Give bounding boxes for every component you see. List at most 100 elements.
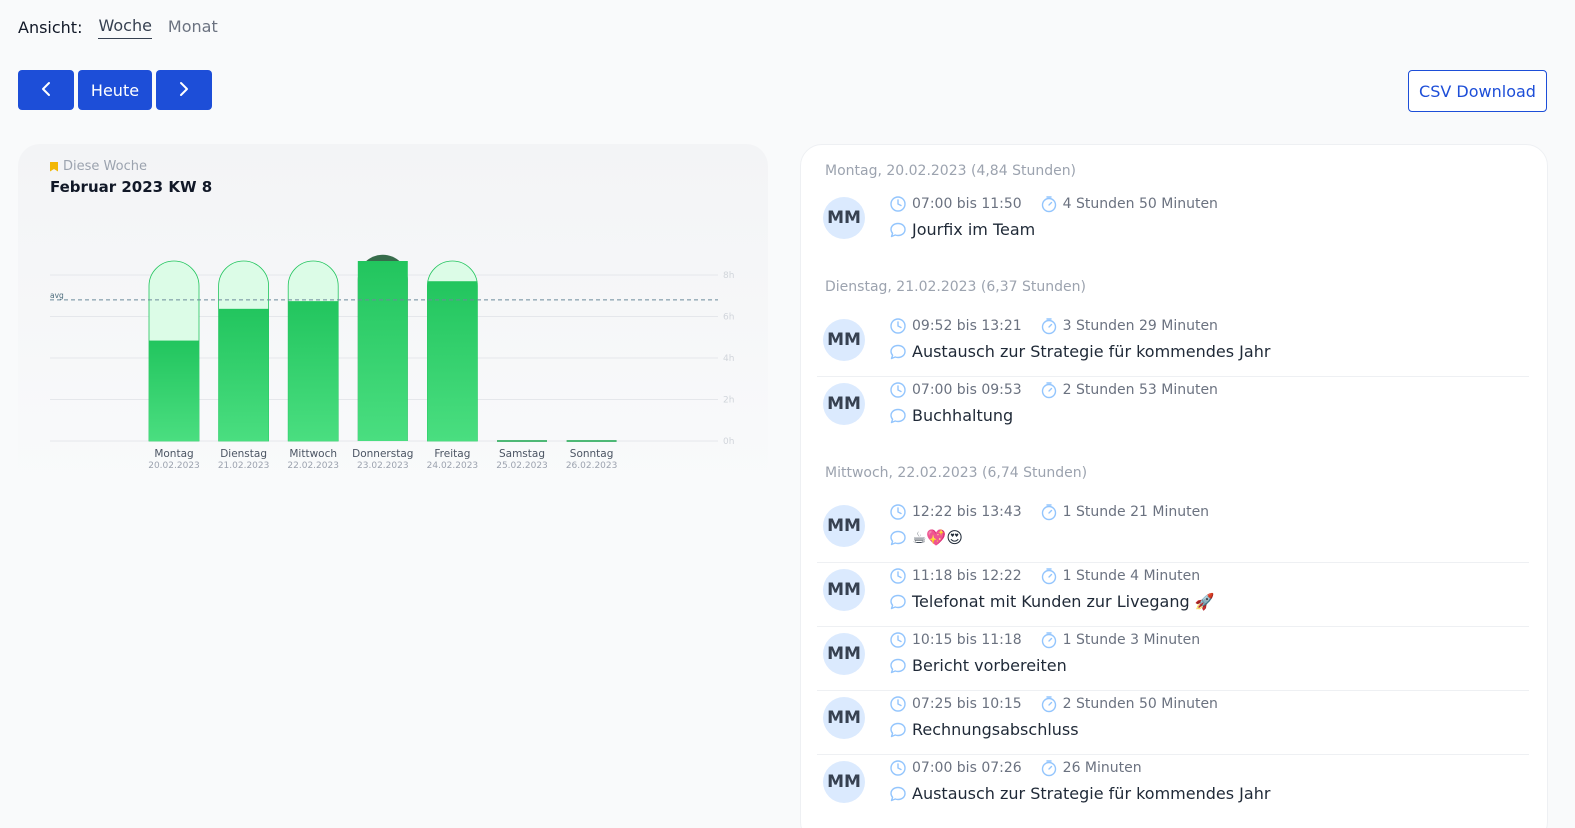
avatar: MM bbox=[823, 697, 865, 739]
x-tick-date: 22.02.2023 bbox=[287, 461, 339, 471]
entry-time-row: 07:25 bis 10:15 2 Stunden 50 Minuten bbox=[889, 695, 1218, 713]
time-entry[interactable]: MM 09:52 bis 13:21 3 Stunden 29 Minuten Aus… bbox=[817, 313, 1529, 377]
entry-time-row: 10:15 bis 11:18 1 Stunde 3 Minuten bbox=[889, 631, 1200, 649]
entry-description-row: Bericht vorbereiten bbox=[889, 656, 1067, 675]
view-label: Ansicht: bbox=[18, 18, 83, 37]
entry-description: ☕💖😍 bbox=[912, 528, 963, 547]
entry-time-row: 09:52 bis 13:21 3 Stunden 29 Minuten bbox=[889, 317, 1218, 335]
entry-duration: 1 Stunde 4 Minuten bbox=[1040, 567, 1200, 585]
day-header: Montag, 20.02.2023 (4,84 Stunden) bbox=[825, 163, 1077, 179]
chevron-right-icon bbox=[178, 78, 190, 102]
time-entry[interactable]: MM 07:00 bis 09:53 2 Stunden 53 Minuten Buc… bbox=[817, 377, 1529, 441]
time-entries-list: Montag, 20.02.2023 (4,84 Stunden) MM 07:00… bbox=[800, 144, 1548, 828]
entry-duration-text: 1 Stunde 4 Minuten bbox=[1062, 568, 1201, 584]
x-tick-date: 21.02.2023 bbox=[218, 461, 270, 471]
prev-week-button[interactable] bbox=[18, 70, 74, 110]
entry-duration-text: 4 Stunden 50 Minuten bbox=[1062, 196, 1218, 212]
x-tick-label: Mittwoch bbox=[289, 448, 337, 460]
entry-duration: 3 Stunden 29 Minuten bbox=[1040, 317, 1218, 335]
entry-time-row: 07:00 bis 11:50 4 Stunden 50 Minuten bbox=[889, 195, 1218, 213]
entry-description: Austausch zur Strategie für kommendes Ja… bbox=[912, 342, 1271, 361]
x-tick-label: Montag bbox=[154, 448, 193, 460]
clock-icon bbox=[889, 759, 907, 777]
next-week-button[interactable] bbox=[156, 70, 212, 110]
x-tick-label: Dienstag bbox=[220, 448, 267, 460]
y-tick-label: 0h bbox=[723, 437, 734, 447]
entry-duration-text: 2 Stunden 50 Minuten bbox=[1062, 696, 1218, 712]
day-header: Mittwoch, 22.02.2023 (6,74 Stunden) bbox=[825, 465, 1088, 481]
bar bbox=[288, 301, 339, 441]
entry-description: Buchhaltung bbox=[912, 406, 1014, 425]
csv-download-button[interactable]: CSV Download bbox=[1408, 70, 1547, 112]
stopwatch-icon bbox=[1040, 381, 1058, 399]
entry-duration-text: 26 Minuten bbox=[1062, 760, 1142, 776]
bar bbox=[149, 340, 199, 441]
stopwatch-icon bbox=[1040, 567, 1058, 585]
entry-duration: 2 Stunden 50 Minuten bbox=[1040, 695, 1218, 713]
avatar: MM bbox=[823, 505, 865, 547]
comment-icon bbox=[889, 785, 907, 803]
clock-icon bbox=[889, 195, 907, 213]
comment-icon bbox=[889, 593, 907, 611]
entry-time-range: 10:15 bis 11:18 bbox=[912, 632, 1022, 648]
time-entry[interactable]: MM 07:25 bis 10:15 2 Stunden 50 Minuten Rec… bbox=[817, 691, 1529, 755]
entry-description-row: ☕💖😍 bbox=[889, 528, 963, 547]
avatar: MM bbox=[823, 319, 865, 361]
clock-icon bbox=[889, 317, 907, 335]
stopwatch-icon bbox=[1040, 503, 1058, 521]
x-tick-date: 24.02.2023 bbox=[427, 461, 479, 471]
entry-time-row: 07:00 bis 09:53 2 Stunden 53 Minuten bbox=[889, 381, 1218, 399]
week-bar-chart: 8h 6h 4h 2h 0h Montag20.02.2023 Dienstag21.02.… bbox=[50, 254, 734, 471]
entry-duration-text: 1 Stunde 3 Minuten bbox=[1062, 632, 1201, 648]
bar bbox=[357, 261, 408, 441]
x-tick-label: Sonntag bbox=[570, 448, 614, 460]
time-entry[interactable]: MM 10:15 bis 11:18 1 Stunde 3 Minuten Beric… bbox=[817, 627, 1529, 691]
time-entry[interactable]: MM 11:18 bis 12:22 1 Stunde 4 Minuten Telef… bbox=[817, 563, 1529, 627]
avatar: MM bbox=[823, 761, 865, 803]
entry-description: Jourfix im Team bbox=[912, 220, 1036, 239]
avatar: MM bbox=[823, 197, 865, 239]
view-option-week[interactable]: Woche bbox=[98, 16, 152, 39]
bar bbox=[218, 308, 269, 441]
entry-time-row: 11:18 bis 12:22 1 Stunde 4 Minuten bbox=[889, 567, 1200, 585]
day-header: Dienstag, 21.02.2023 (6,37 Stunden) bbox=[825, 279, 1086, 295]
chevron-left-icon bbox=[40, 78, 52, 102]
stopwatch-icon bbox=[1040, 759, 1058, 777]
comment-icon bbox=[889, 657, 907, 675]
clock-icon bbox=[889, 695, 907, 713]
week-chart-card: Diese Woche Februar 2023 KW 8 8h 6h 4h 2h 0h… bbox=[18, 144, 768, 488]
clock-icon bbox=[889, 503, 907, 521]
time-entry[interactable]: MM 07:00 bis 11:50 4 Stunden 50 Minuten Jou… bbox=[817, 191, 1529, 255]
x-tick-date: 23.02.2023 bbox=[357, 461, 409, 471]
x-tick-label: Donnerstag bbox=[352, 448, 413, 460]
clock-icon bbox=[889, 567, 907, 585]
today-button[interactable]: Heute bbox=[78, 70, 152, 110]
view-option-month[interactable]: Monat bbox=[168, 17, 218, 39]
comment-icon bbox=[889, 221, 907, 239]
entry-description-row: Austausch zur Strategie für kommendes Ja… bbox=[889, 784, 1270, 803]
y-tick-label: 8h bbox=[723, 271, 734, 281]
x-tick-date: 25.02.2023 bbox=[496, 461, 548, 471]
entry-time-range: 07:00 bis 11:50 bbox=[912, 196, 1022, 212]
time-entry[interactable]: MM 07:00 bis 07:26 26 Minuten Austausch zur… bbox=[817, 755, 1529, 819]
x-tick-date: 26.02.2023 bbox=[566, 461, 618, 471]
entry-duration-text: 1 Stunde 21 Minuten bbox=[1062, 504, 1210, 520]
y-tick-label: 6h bbox=[723, 313, 734, 323]
entry-duration-text: 2 Stunden 53 Minuten bbox=[1062, 382, 1218, 398]
entry-description-row: Jourfix im Team bbox=[889, 220, 1035, 239]
x-tick-label: Samstag bbox=[499, 448, 545, 460]
entry-time-range: 07:00 bis 07:26 bbox=[912, 760, 1022, 776]
entry-time-range: 07:25 bis 10:15 bbox=[912, 696, 1022, 712]
entry-description-row: Rechnungsabschluss bbox=[889, 720, 1079, 739]
entry-description: Telefonat mit Kunden zur Livegang 🚀 bbox=[912, 592, 1215, 611]
time-entry[interactable]: MM 12:22 bis 13:43 1 Stunde 21 Minuten ☕💖😍 bbox=[817, 499, 1529, 563]
entry-description: Bericht vorbereiten bbox=[912, 656, 1067, 675]
avatar: MM bbox=[823, 633, 865, 675]
entry-description-row: Telefonat mit Kunden zur Livegang 🚀 bbox=[889, 592, 1215, 611]
y-tick-label: 4h bbox=[723, 354, 734, 364]
entry-duration: 2 Stunden 53 Minuten bbox=[1040, 381, 1218, 399]
avatar: MM bbox=[823, 383, 865, 425]
avatar: MM bbox=[823, 569, 865, 611]
view-switch: Ansicht: Woche Monat bbox=[18, 16, 234, 39]
x-tick-label: Freitag bbox=[434, 448, 470, 460]
